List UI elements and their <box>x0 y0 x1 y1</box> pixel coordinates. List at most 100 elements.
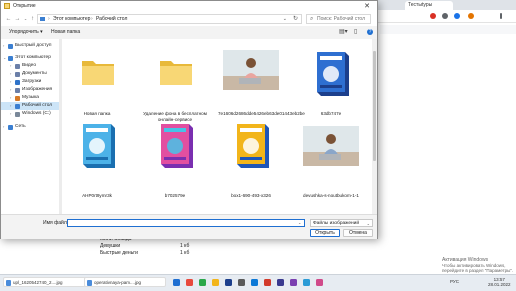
file-name: Новая папка <box>83 111 111 116</box>
nav-item[interactable]: › Изображения <box>1 86 59 94</box>
file-item[interactable]: 63db747e <box>300 51 362 131</box>
file-item[interactable]: devushka-s-noutbukom-1-1 <box>300 123 362 203</box>
expand-chevron-icon[interactable]: › <box>10 70 11 78</box>
nav-item-label: Быстрый доступ <box>15 43 52 48</box>
refresh-icon[interactable]: ↻ <box>293 15 298 23</box>
file-item[interactable]: b702579e <box>144 123 206 203</box>
close-icon[interactable]: ✕ <box>362 1 372 12</box>
nav-item[interactable]: ⌄ Этот компьютер <box>1 54 59 62</box>
nav-item-label: Загрузки <box>22 79 42 84</box>
file-item[interactable]: Удаление фона в бесплатном онлайн-сервис… <box>143 51 207 131</box>
language-indicator[interactable]: РУС <box>450 277 459 287</box>
chevron-down-icon[interactable]: ⌄ <box>298 219 301 227</box>
organize-button[interactable]: Упорядочить ▾ <box>9 29 43 36</box>
expand-chevron-icon[interactable]: › <box>10 78 11 86</box>
up-icon[interactable]: ↑ <box>28 14 37 24</box>
new-folder-button[interactable]: Новая папка <box>51 29 80 36</box>
nav-item-label: Музыка <box>22 95 39 100</box>
taskbar-app-icon[interactable] <box>199 279 206 286</box>
list-item: Девушки 1 кб <box>100 243 190 249</box>
list-item: Быстрые деньги 1 кб <box>100 250 190 256</box>
breadcrumb-desktop[interactable]: Рабочий стол <box>96 15 127 23</box>
taskbar-app-icon[interactable] <box>251 279 258 286</box>
file-item[interactable]: 7e1606d2686dde5426eb63de01443eb2be <box>218 50 305 131</box>
taskbar-app-icon[interactable] <box>264 279 271 286</box>
search-box[interactable]: ⌕ <box>306 14 371 24</box>
download-item[interactable]: upl_1620542740_2....jpg <box>3 277 89 287</box>
dialog-titlebar: Открытие ✕ <box>1 1 377 12</box>
taskbar-app-icon[interactable] <box>173 279 180 286</box>
help-icon[interactable]: ? <box>367 29 373 35</box>
taskbar-app-icon[interactable] <box>186 279 193 286</box>
nav-item[interactable]: › Рабочий стол <box>1 102 59 110</box>
music-folder-icon <box>15 95 20 101</box>
nav-item[interactable]: › Видео <box>1 62 59 70</box>
computer-icon <box>8 55 13 61</box>
extension-icon[interactable] <box>430 13 436 19</box>
taskbar-app-icon[interactable] <box>290 279 297 286</box>
navigation-bar: ← → ⌄ ↑ › Этот компьютер › Рабочий стол … <box>1 12 377 26</box>
expand-chevron-icon[interactable]: › <box>3 123 4 131</box>
cancel-button[interactable]: Отмена <box>343 229 373 237</box>
file-name: Удаление фона в бесплатном онлайн-сервис… <box>143 111 207 122</box>
profile-avatar[interactable] <box>468 13 474 19</box>
clock[interactable]: 13:57 28.01.2022 <box>488 277 511 287</box>
expand-chevron-icon[interactable]: › <box>10 62 11 70</box>
drive-icon <box>15 111 20 117</box>
expand-chevron-icon[interactable]: › <box>10 102 11 110</box>
file-item[interactable]: AHP0rt9ymr3k <box>66 123 128 203</box>
download-item[interactable]: operativnaya-pam....jpg <box>84 277 166 287</box>
taskbar-app-icon[interactable] <box>303 279 310 286</box>
network-icon <box>8 124 13 130</box>
image-file-icon <box>6 280 11 286</box>
activation-watermark: Активация Windows Чтобы активировать Win… <box>442 257 514 274</box>
back-icon[interactable]: ← <box>4 14 13 24</box>
taskbar-app-icon[interactable] <box>212 279 219 286</box>
taskbar-app-icon[interactable] <box>316 279 323 286</box>
file-item[interactable]: box1-690-493-x326 <box>220 123 282 203</box>
address-bar[interactable]: › Этот компьютер › Рабочий стол ⌄ ↻ <box>37 14 302 24</box>
nav-item-label: Видео <box>22 63 37 68</box>
taskbar-app-icon[interactable] <box>277 279 284 286</box>
nav-item[interactable]: › Загрузки <box>1 78 59 86</box>
extension-icon[interactable] <box>442 13 448 19</box>
menu-icon[interactable] <box>500 13 502 19</box>
nav-item[interactable]: › Музыка <box>1 94 59 102</box>
search-icon: ⌕ <box>310 16 314 22</box>
chevron-down-icon[interactable]: ⌄ <box>283 15 287 23</box>
file-type-select[interactable]: Файлы изображений ⌄ <box>310 219 373 227</box>
nav-item[interactable]: › Документы <box>1 70 59 78</box>
expand-chevron-icon[interactable]: › <box>10 86 11 94</box>
extension-icon[interactable] <box>454 13 460 19</box>
search-input[interactable] <box>317 15 369 23</box>
file-name: b702579e <box>164 193 186 198</box>
file-item[interactable]: Новая папка <box>66 51 128 131</box>
breadcrumb-computer[interactable]: Этот компьютер <box>53 15 90 23</box>
expand-chevron-icon[interactable]: › <box>3 42 4 50</box>
command-bar: Упорядочить ▾ Новая папка ▤▾ ▯ ? <box>1 26 377 40</box>
file-name-field[interactable] <box>67 219 305 227</box>
image-thumbnail <box>237 124 269 168</box>
dialog-title: Открытие <box>13 3 36 9</box>
view-options-icon[interactable]: ▤▾ <box>339 29 348 36</box>
scrollbar-thumb[interactable] <box>373 51 376 161</box>
nav-item[interactable]: › Windows (C:) <box>1 110 59 118</box>
nav-item[interactable]: › Сеть <box>1 123 59 131</box>
open-button[interactable]: Открыть <box>310 229 340 237</box>
image-file-icon <box>87 280 92 286</box>
dialog-footer: Имя файла: ⌄ Файлы изображений ⌄ Открыть … <box>1 214 377 239</box>
nav-item-label: Изображения <box>22 87 53 92</box>
desktop-folder-icon <box>15 103 20 109</box>
image-thumbnail <box>223 50 279 90</box>
expand-chevron-icon[interactable]: › <box>10 94 11 102</box>
expand-chevron-icon[interactable]: ⌄ <box>3 54 6 62</box>
browser-tab[interactable]: Тестыtypы <box>405 1 453 10</box>
desktop-icon <box>40 17 45 21</box>
preview-pane-icon[interactable]: ▯ <box>354 29 357 36</box>
expand-chevron-icon[interactable]: › <box>10 110 11 118</box>
image-thumbnail <box>161 124 193 168</box>
taskbar-app-icon[interactable] <box>238 279 245 286</box>
taskbar-app-icon[interactable] <box>225 279 232 286</box>
documents-folder-icon <box>15 71 20 77</box>
nav-item[interactable]: › Быстрый доступ <box>1 42 59 50</box>
